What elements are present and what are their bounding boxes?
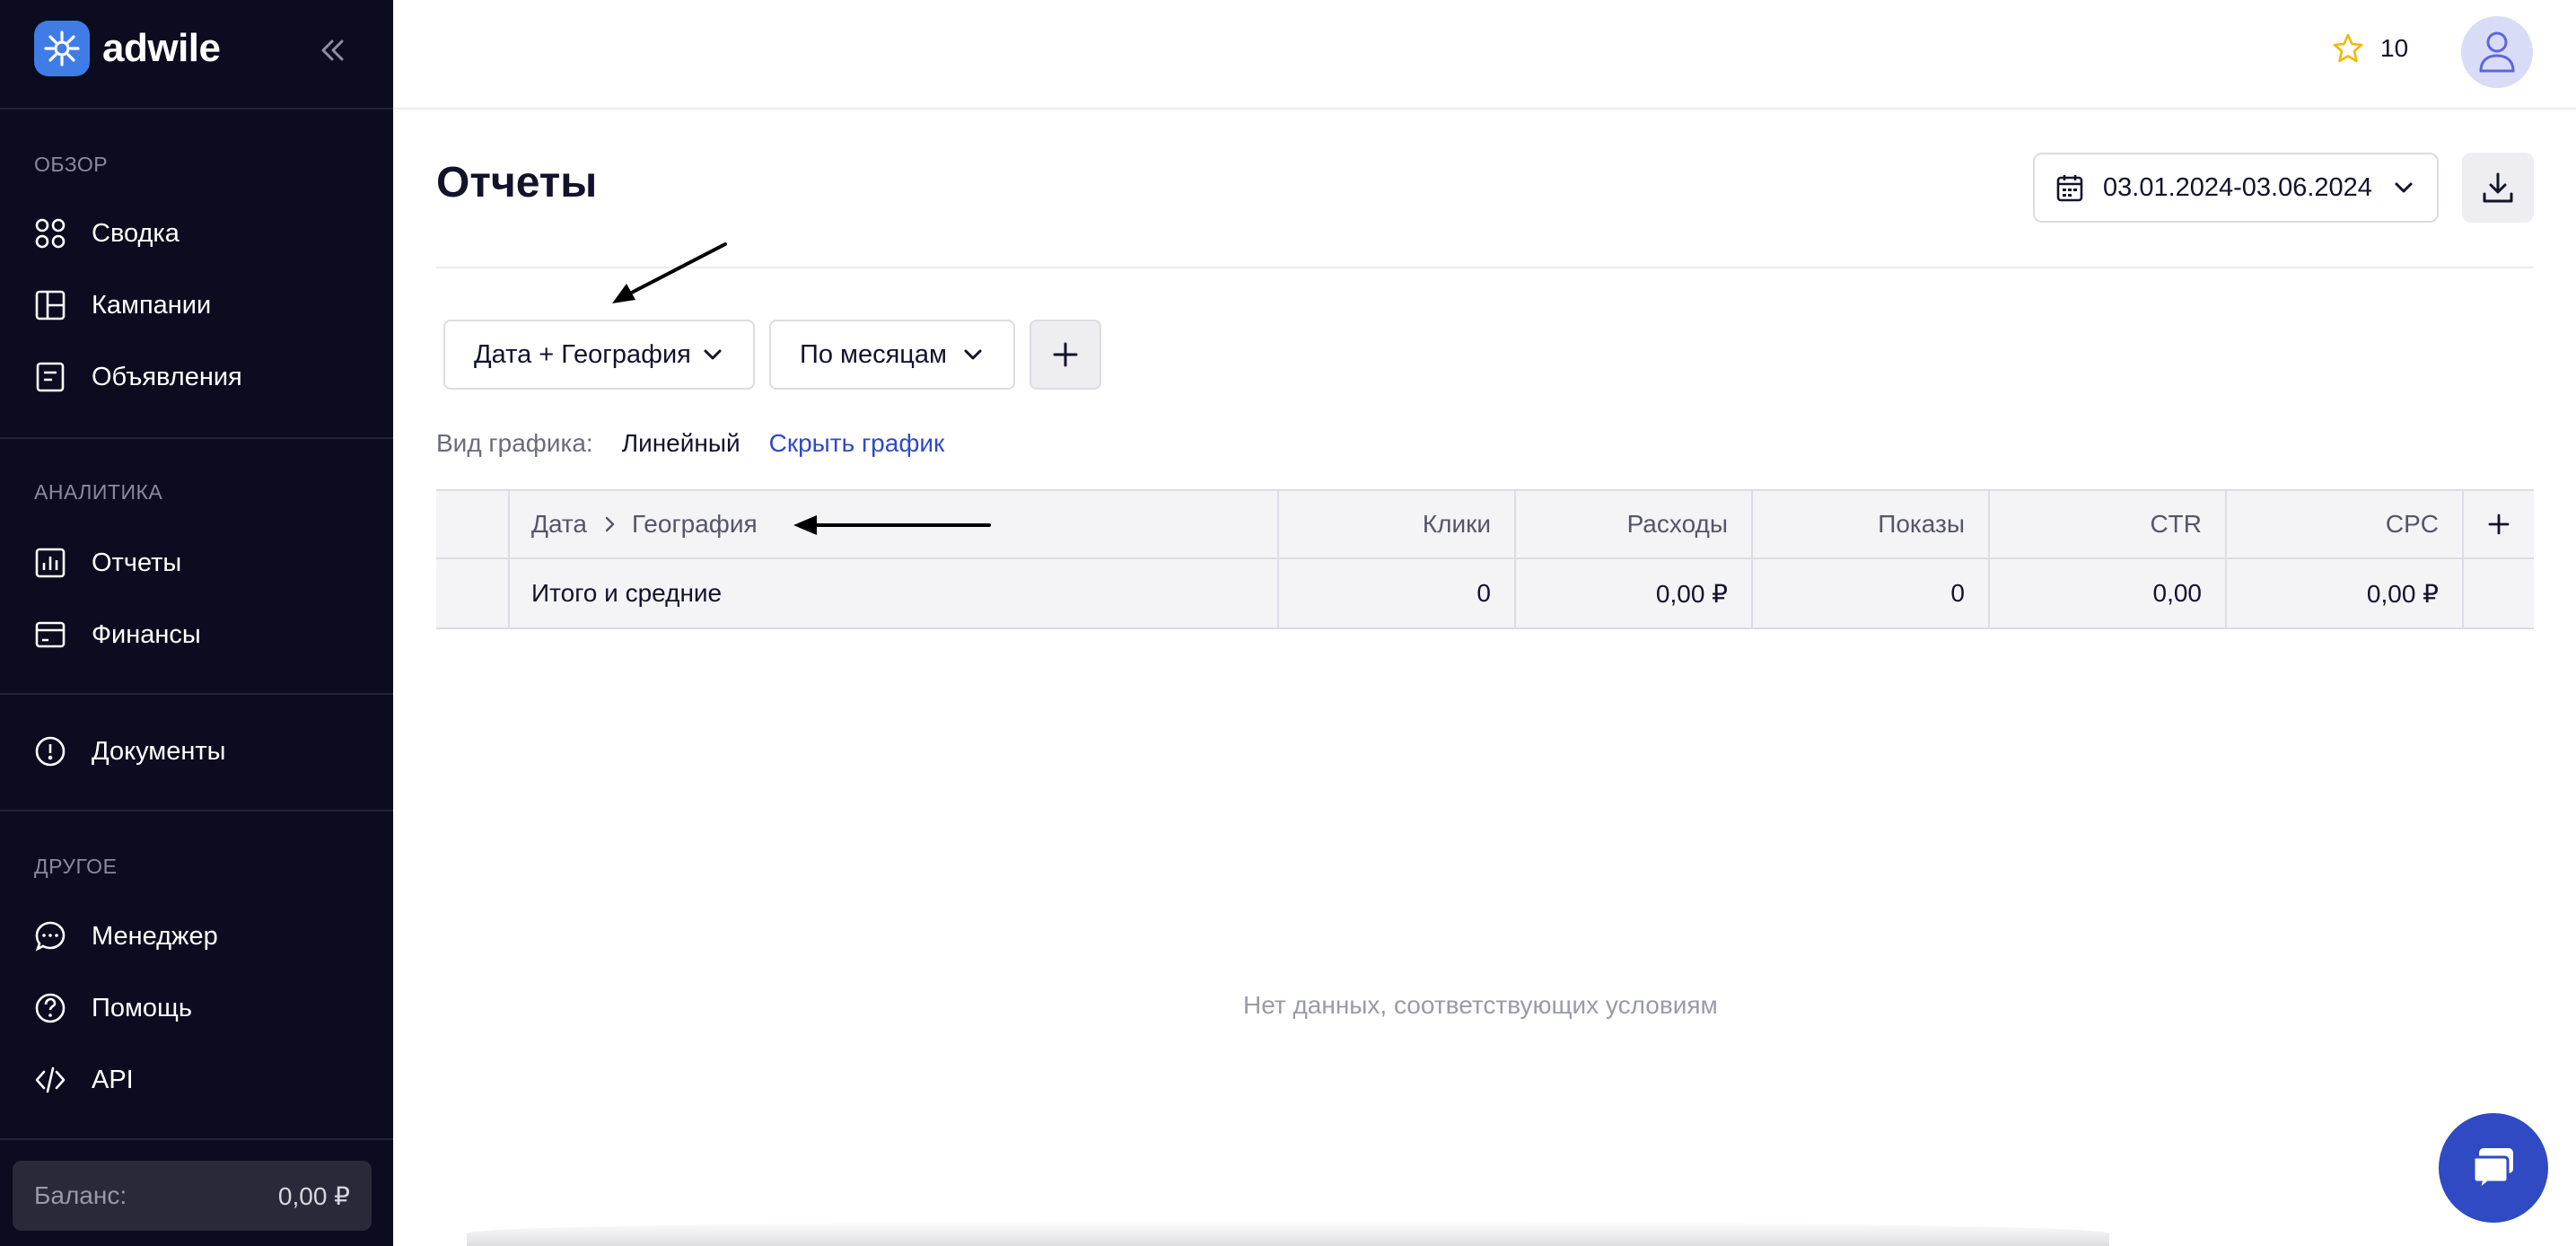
column-header-impressions[interactable]: Показы: [1751, 491, 1988, 557]
add-grouping-button[interactable]: [1030, 320, 1101, 390]
brand-logo-icon: [34, 21, 90, 76]
section-title-overview: ОБЗОР: [34, 153, 109, 176]
sidebar-item-documents[interactable]: Документы: [34, 724, 226, 778]
sidebar-item-label: API: [92, 1065, 134, 1094]
breadcrumb-item-date[interactable]: Дата: [531, 510, 587, 539]
total-clicks: 0: [1277, 559, 1514, 627]
table-header-row: Дата География Клики Расходы Показы CTR …: [436, 489, 2534, 559]
calendar-icon: [2056, 175, 2083, 202]
sidebar-item-campaigns[interactable]: Кампании: [34, 278, 211, 332]
sidebar-item-reports[interactable]: Отчеты: [34, 536, 181, 590]
chart-type-value[interactable]: Линейный: [622, 429, 740, 458]
chevron-down-icon: [964, 349, 982, 360]
row-end-spacer: [2462, 559, 2534, 627]
sidebar-item-label: Сводка: [92, 218, 180, 248]
sidebar-item-label: Документы: [92, 736, 226, 766]
layout-icon: [35, 290, 66, 320]
plus-icon: [2488, 513, 2510, 535]
sidebar-item-label: Отчеты: [92, 548, 182, 577]
header-spacer: [436, 491, 508, 557]
user-icon: [2479, 31, 2515, 73]
chevron-right-icon: [605, 516, 615, 532]
alert-circle-icon: [35, 736, 66, 767]
star-icon: [2333, 33, 2363, 63]
grid-icon: [35, 218, 66, 249]
divider: [0, 1138, 393, 1140]
section-title-other: ДРУГОЕ: [34, 855, 118, 878]
help-icon: [35, 993, 66, 1023]
bottom-shadow: [467, 1221, 2109, 1246]
total-spend: 0,00 ₽: [1514, 559, 1751, 627]
date-range-value: 03.01.2024-03.06.2024: [2103, 172, 2372, 202]
sidebar-item-manager[interactable]: Менеджер: [34, 909, 218, 963]
download-icon: [2483, 172, 2513, 203]
report-table: Дата География Клики Расходы Показы CTR …: [436, 489, 2534, 629]
grouping-select-value: Дата + География: [474, 339, 691, 369]
favorites-count: 10: [2380, 34, 2409, 62]
hide-chart-link[interactable]: Скрыть график: [769, 429, 945, 458]
annotation-arrow-icon: [612, 242, 727, 303]
empty-state-message: Нет данных, соответствующих условиям: [1243, 991, 1718, 1019]
divider: [0, 693, 393, 695]
table-row: Итого и средние 0 0,00 ₽ 0 0,00 0,00 ₽: [436, 559, 2534, 629]
download-button[interactable]: [2462, 153, 2534, 223]
column-header-clicks[interactable]: Клики: [1277, 491, 1514, 557]
brand-name: adwile: [102, 26, 221, 70]
brand[interactable]: adwile: [34, 20, 221, 77]
balance-value: 0,00 ₽: [277, 1181, 350, 1210]
support-chat-button[interactable]: [2439, 1113, 2548, 1223]
sidebar-item-label: Кампании: [92, 290, 212, 320]
sidebar-item-ads[interactable]: Объявления: [34, 350, 242, 404]
chat-bubble-icon: [2472, 1148, 2513, 1193]
divider: [0, 108, 393, 110]
sidebar-item-api[interactable]: API: [34, 1053, 134, 1107]
column-header-cpc[interactable]: CPC: [2225, 491, 2462, 557]
annotation-arrow-icon: [793, 515, 991, 535]
sidebar-item-label: Объявления: [92, 362, 242, 391]
section-title-analytics: АНАЛИТИКА: [34, 480, 163, 504]
divider: [0, 437, 393, 439]
document-icon: [36, 362, 65, 392]
total-impressions: 0: [1751, 559, 1988, 627]
balance-widget[interactable]: Баланс: 0,00 ₽: [13, 1161, 372, 1231]
period-select[interactable]: По месяцам: [769, 320, 1015, 390]
sidebar-item-label: Финансы: [92, 619, 201, 649]
row-spacer: [436, 559, 508, 627]
period-select-value: По месяцам: [800, 339, 947, 369]
breadcrumb-item-geography[interactable]: География: [632, 510, 758, 539]
chart-icon: [35, 548, 66, 578]
sidebar-item-label: Менеджер: [92, 921, 218, 951]
sidebar-item-summary[interactable]: Сводка: [34, 206, 180, 260]
sidebar: adwile ОБЗОР Сводка Кампании Объявления …: [0, 0, 393, 1246]
sidebar-item-label: Помощь: [92, 993, 193, 1022]
add-column-button[interactable]: [2462, 491, 2534, 557]
chevron-down-icon: [2395, 182, 2413, 193]
sidebar-item-help[interactable]: Помощь: [34, 981, 192, 1035]
favorites-counter[interactable]: 10: [2332, 32, 2408, 65]
code-icon: [35, 1066, 66, 1093]
grouping-select[interactable]: Дата + География: [443, 320, 755, 390]
balance-label: Баланс:: [34, 1181, 127, 1209]
divider: [0, 810, 393, 812]
date-range-picker[interactable]: 03.01.2024-03.06.2024: [2033, 153, 2439, 223]
total-row-label: Итого и средние: [508, 559, 1277, 627]
plus-icon: [1053, 342, 1078, 367]
sidebar-item-finance[interactable]: Финансы: [34, 608, 201, 662]
avatar[interactable]: [2461, 16, 2533, 88]
column-header-spend[interactable]: Расходы: [1514, 491, 1751, 557]
chart-type-row: Вид графика: Линейный Скрыть график: [436, 429, 944, 458]
chat-icon: [35, 921, 66, 952]
page-title: Отчеты: [436, 159, 598, 206]
total-ctr: 0,00: [1988, 559, 2225, 627]
divider: [436, 267, 2534, 268]
card-icon: [35, 621, 66, 648]
chevron-down-icon: [704, 349, 722, 360]
column-header-ctr[interactable]: CTR: [1988, 491, 2225, 557]
collapse-sidebar-icon[interactable]: [314, 32, 350, 68]
top-bar: [393, 0, 2576, 110]
total-cpc: 0,00 ₽: [2225, 559, 2462, 627]
chart-type-label: Вид графика:: [436, 429, 593, 457]
